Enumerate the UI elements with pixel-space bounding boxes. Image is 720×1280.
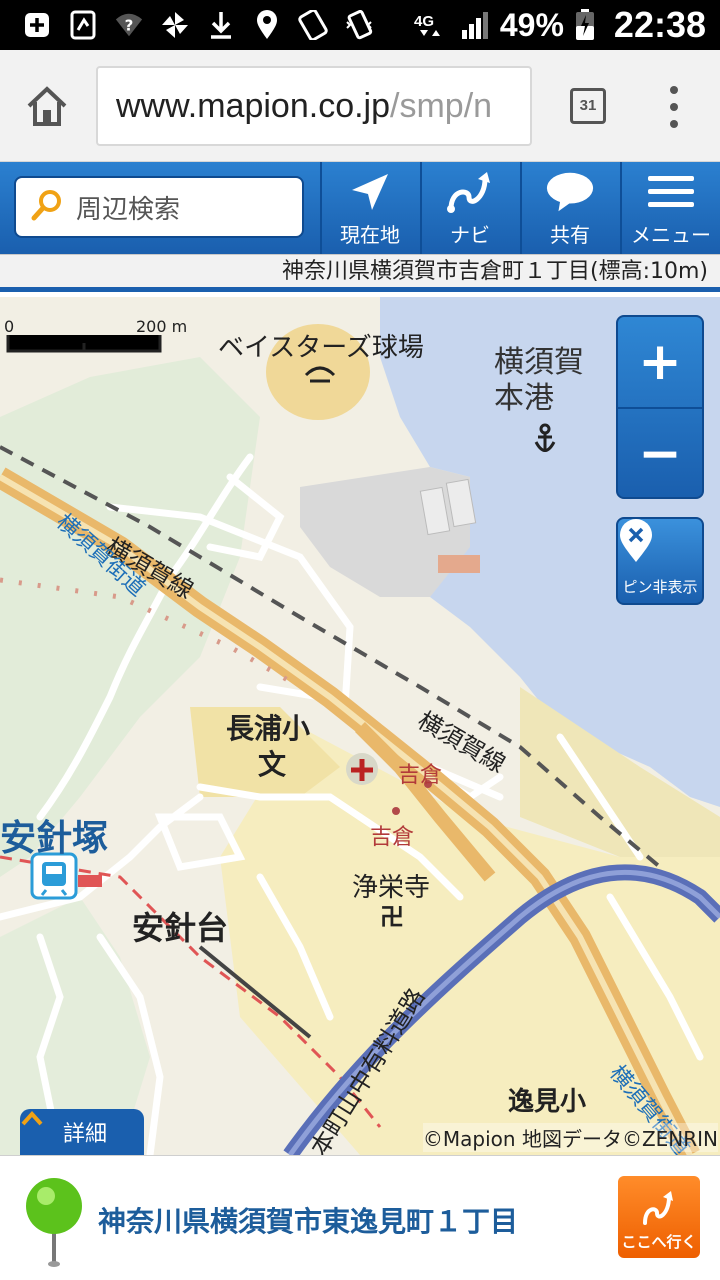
location-icon [252, 10, 282, 40]
menu-button[interactable]: メニュー [620, 162, 720, 254]
map-view[interactable]: 0 200 m ベイスターズ球場 横須賀 本港 横須賀線 横須賀線 横須賀街道 … [0, 297, 720, 1155]
temple-symbol-icon: 卍 [380, 903, 404, 931]
pin-hide-label: ピン非表示 [622, 578, 698, 596]
nearby-search-field[interactable]: 周辺検索 [14, 176, 304, 238]
plus-box-icon [22, 10, 52, 40]
mapion-toolbar: 周辺検索 現在地 ナビ 共有 メニュー [0, 162, 720, 254]
scale-bar [6, 335, 162, 353]
overflow-menu-icon[interactable] [664, 86, 684, 128]
svg-text:?: ? [125, 17, 134, 35]
url-field[interactable]: www.mapion.co.jp/smp/n [96, 66, 532, 146]
detail-tab[interactable]: 詳細 [20, 1109, 144, 1155]
map-copyright: ©Mapion 地図データ©ZENRIN [422, 1123, 718, 1152]
route-icon [639, 1189, 679, 1231]
menu-icon [646, 169, 696, 215]
current-location-icon [345, 169, 395, 215]
svg-text:4G: 4G [414, 13, 434, 30]
current-location-button[interactable]: 現在地 [320, 162, 418, 254]
current-location-label: 現在地 [340, 223, 400, 247]
label-port-line2: 本港 [494, 381, 554, 416]
navi-button[interactable]: ナビ [420, 162, 518, 254]
school-symbol-icon: 文 [258, 748, 287, 781]
label-yoshikura-1: 吉倉 [398, 763, 443, 788]
label-district: 安針台 [132, 909, 229, 947]
status-bar: ? 4G 49% 22:38 [0, 0, 720, 50]
share-label: 共有 [550, 223, 590, 247]
go-here-label: ここへ行く [621, 1233, 697, 1251]
zoom-control: + − [616, 315, 704, 499]
green-pin-icon [22, 1176, 86, 1268]
map-canvas [0, 297, 720, 1155]
current-address-bar: 神奈川県横須賀市吉倉町１丁目(標高:10m) [0, 254, 720, 292]
share-button[interactable]: 共有 [520, 162, 618, 254]
home-icon[interactable] [24, 84, 70, 130]
label-partial: 逸見小 [508, 1087, 587, 1117]
vibrate-icon [344, 10, 374, 40]
browser-toolbar: www.mapion.co.jp/smp/n 31 [0, 50, 720, 162]
scale-zero: 0 [4, 317, 15, 336]
zoom-out-button[interactable]: − [618, 409, 702, 497]
go-here-button[interactable]: ここへ行く [618, 1176, 700, 1258]
url-host: www.mapion.co.jp [116, 87, 391, 125]
menu-label: メニュー [631, 223, 711, 247]
signal-icon [460, 10, 490, 40]
label-school: 長浦小 [226, 712, 311, 745]
nfc-icon [68, 10, 98, 40]
selected-address: 神奈川県横須賀市東逸見町１丁目 [98, 1205, 519, 1238]
label-yoshikura-2: 吉倉 [370, 825, 415, 850]
selected-location-bar: 神奈川県横須賀市東逸見町１丁目 ここへ行く [0, 1155, 720, 1280]
touch-icon [298, 10, 328, 40]
zoom-in-button[interactable]: + [618, 317, 702, 407]
pin-hide-button[interactable]: ピン非表示 [616, 517, 704, 605]
navi-icon [445, 169, 495, 215]
navi-label: ナビ [450, 223, 490, 247]
label-station: 安針塚 [0, 818, 109, 859]
wifi-unknown-icon: ? [114, 10, 144, 40]
tab-switcher-button[interactable]: 31 [570, 88, 606, 124]
battery-percentage: 49% [499, 6, 564, 43]
share-bubble-icon [545, 169, 595, 215]
download-icon [206, 10, 236, 40]
detail-tab-label: 詳細 [62, 1122, 107, 1147]
label-stadium: ベイスターズ球場 [218, 333, 424, 363]
pinwheel-icon [160, 10, 190, 40]
url-path: /smp/n [390, 87, 493, 125]
4g-icon: 4G [414, 10, 450, 40]
search-icon [30, 188, 64, 226]
battery-icon [574, 9, 596, 40]
search-placeholder: 周辺検索 [76, 194, 181, 225]
hospital-icon [346, 753, 378, 785]
scale-distance: 200 m [136, 317, 188, 336]
clock: 22:38 [613, 4, 706, 45]
